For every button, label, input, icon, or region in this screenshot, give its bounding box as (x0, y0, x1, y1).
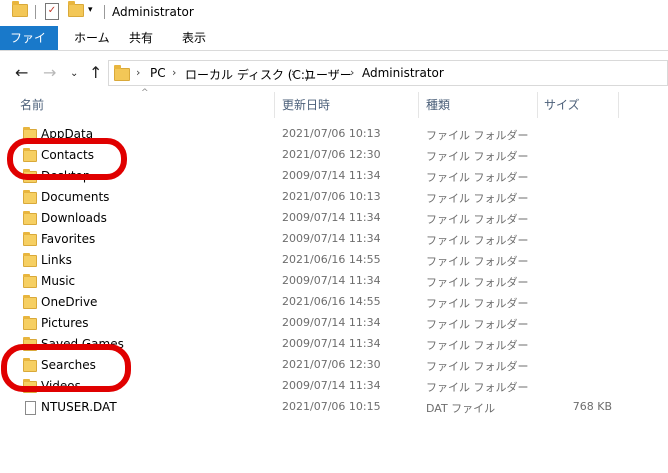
column-divider[interactable] (274, 92, 275, 118)
file-date: 2021/07/06 10:15 (282, 400, 381, 413)
folder-icon (23, 253, 37, 267)
ribbon: ファイル ホーム 共有 表示 (0, 26, 668, 69)
column-header-name[interactable]: 名前 (20, 92, 44, 118)
breadcrumb-chevron-icon[interactable]: › (350, 66, 354, 79)
title-separator (35, 5, 36, 19)
breadcrumb-users[interactable]: ユーザー (304, 66, 352, 83)
file-date: 2009/07/14 11:34 (282, 316, 381, 329)
folder-icon (23, 190, 37, 204)
annotation-circle-searches (1, 344, 131, 392)
tab-share[interactable]: 共有 (119, 26, 163, 50)
window-title: Administrator (112, 5, 194, 19)
column-divider[interactable] (618, 92, 619, 118)
list-item[interactable]: OneDrive 2021/06/16 14:55 ファイル フォルダー (0, 293, 668, 314)
annotation-circle-contacts (7, 138, 127, 180)
file-date: 2009/07/14 11:34 (282, 232, 381, 245)
file-type: ファイル フォルダー (426, 213, 529, 226)
file-type: ファイル フォルダー (426, 234, 529, 247)
file-type: ファイル フォルダー (426, 360, 529, 373)
file-name: NTUSER.DAT (41, 400, 117, 414)
file-date: 2021/07/06 10:13 (282, 190, 381, 203)
list-item[interactable]: Downloads 2009/07/14 11:34 ファイル フォルダー (0, 209, 668, 230)
navigation-bar: ← → ⌄ ↑ › PC › ローカル ディスク (C:) › ユーザー › A… (0, 56, 668, 90)
file-date: 2009/07/14 11:34 (282, 169, 381, 182)
folder-icon (23, 316, 37, 330)
file-type: ファイル フォルダー (426, 192, 529, 205)
file-date: 2009/07/14 11:34 (282, 211, 381, 224)
list-item[interactable]: Favorites 2009/07/14 11:34 ファイル フォルダー (0, 230, 668, 251)
file-icon (23, 401, 36, 415)
file-type: ファイル フォルダー (426, 381, 529, 394)
title-bar: ✓ ▾ Administrator (0, 0, 668, 26)
file-type: ファイル フォルダー (426, 150, 529, 163)
tab-file[interactable]: ファイル (0, 26, 58, 69)
list-item[interactable]: Documents 2021/07/06 10:13 ファイル フォルダー (0, 188, 668, 209)
file-date: 2021/07/06 12:30 (282, 148, 381, 161)
file-name: Links (41, 253, 72, 267)
back-arrow-icon[interactable]: ← (15, 63, 28, 82)
folder-icon (23, 274, 37, 288)
file-date: 2021/06/16 14:55 (282, 253, 381, 266)
file-type: ファイル フォルダー (426, 297, 529, 310)
column-header-type[interactable]: 種類 (426, 92, 450, 118)
list-item[interactable]: Music 2009/07/14 11:34 ファイル フォルダー (0, 272, 668, 293)
file-date: 2021/07/06 10:13 (282, 127, 381, 140)
file-name: Music (41, 274, 76, 288)
file-name: Documents (41, 190, 110, 204)
breadcrumb-chevron-icon[interactable]: › (172, 66, 176, 79)
tab-home[interactable]: ホーム (64, 26, 120, 50)
file-size: 768 KB (572, 400, 612, 413)
breadcrumb-administrator[interactable]: Administrator (362, 66, 444, 80)
file-type: ファイル フォルダー (426, 276, 529, 289)
folder-icon (23, 211, 37, 225)
recent-locations-chevron-icon[interactable]: ⌄ (70, 68, 78, 79)
properties-icon[interactable]: ✓ (45, 3, 59, 20)
file-date: 2021/06/16 14:55 (282, 295, 381, 308)
file-date: 2009/07/14 11:34 (282, 274, 381, 287)
up-arrow-icon[interactable]: ↑ (89, 63, 102, 82)
list-item[interactable]: NTUSER.DAT 2021/07/06 10:15 DAT ファイル 768 KB (0, 398, 668, 419)
list-item[interactable]: Pictures 2009/07/14 11:34 ファイル フォルダー (0, 314, 668, 335)
file-name: Favorites (41, 232, 96, 246)
folder-icon (23, 295, 37, 309)
file-date: 2009/07/14 11:34 (282, 337, 381, 350)
list-item[interactable]: Links 2021/06/16 14:55 ファイル フォルダー (0, 251, 668, 272)
address-bar[interactable]: › PC › ローカル ディスク (C:) › ユーザー › Administr… (108, 60, 668, 86)
breadcrumb-chevron-icon[interactable]: › (136, 66, 140, 79)
file-type: ファイル フォルダー (426, 255, 529, 268)
column-header-date[interactable]: 更新日時 (282, 92, 330, 118)
file-type: ファイル フォルダー (426, 339, 529, 352)
new-folder-icon[interactable] (68, 1, 84, 17)
file-type: ファイル フォルダー (426, 129, 529, 142)
column-divider[interactable] (537, 92, 538, 118)
file-type: ファイル フォルダー (426, 318, 529, 331)
address-folder-icon (114, 65, 130, 81)
file-type: DAT ファイル (426, 402, 496, 415)
file-name: Pictures (41, 316, 89, 330)
column-header-size[interactable]: サイズ (544, 92, 580, 118)
breadcrumb-chevron-icon[interactable]: › (291, 66, 295, 79)
column-divider[interactable] (418, 92, 419, 118)
file-name: OneDrive (41, 295, 98, 309)
forward-arrow-icon[interactable]: → (43, 63, 56, 82)
sort-ascending-icon: ^ (141, 88, 149, 98)
breadcrumb-pc[interactable]: PC (150, 66, 166, 80)
file-name: Downloads (41, 211, 107, 225)
file-date: 2021/07/06 12:30 (282, 358, 381, 371)
file-type: ファイル フォルダー (426, 171, 529, 184)
folder-icon (23, 232, 37, 246)
title-separator-2 (104, 5, 105, 19)
folder-app-icon (12, 1, 28, 17)
quick-access-dropdown-icon[interactable]: ▾ (88, 5, 93, 15)
file-date: 2009/07/14 11:34 (282, 379, 381, 392)
tab-view[interactable]: 表示 (172, 26, 216, 50)
